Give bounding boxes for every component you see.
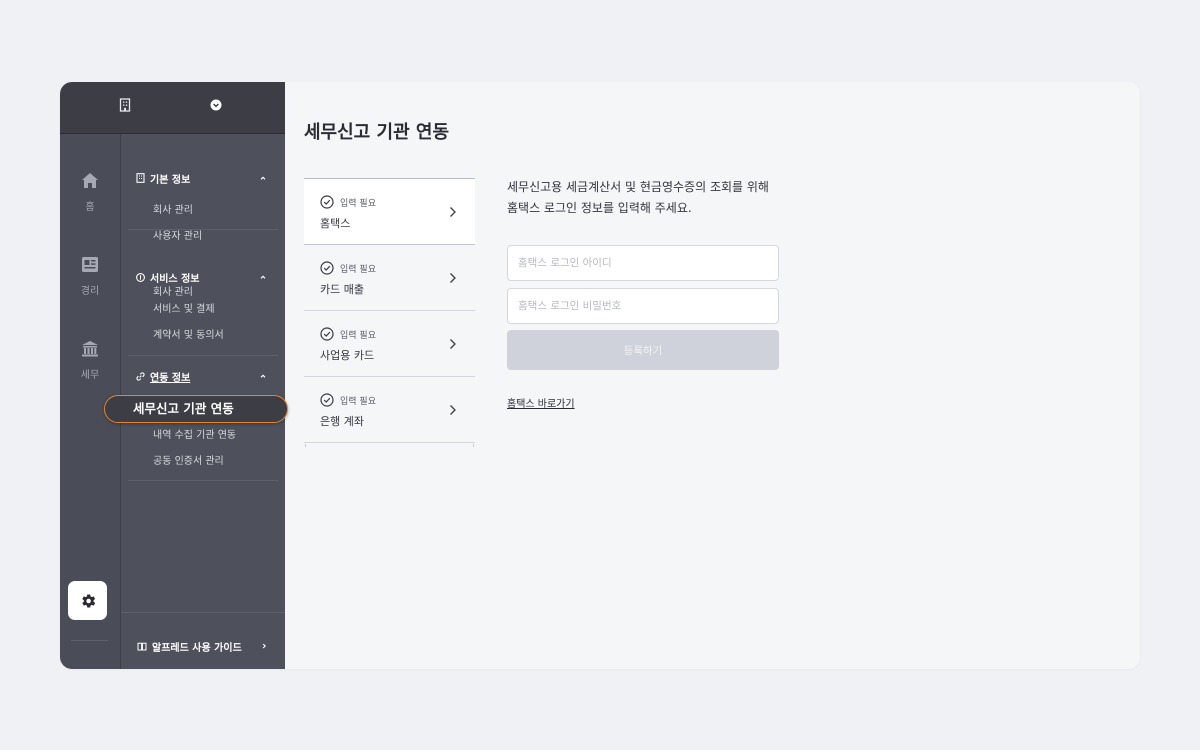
company-selector[interactable] xyxy=(60,82,285,134)
nav-section-integration-info[interactable]: 연동 정보 xyxy=(136,368,190,384)
check-circle-icon xyxy=(320,261,334,275)
nav-section-title: 서비스 정보 xyxy=(150,273,200,285)
description-line: 홈택스 로그인 정보를 입력해 주세요. xyxy=(507,201,692,215)
step-item-hometax[interactable]: 입력 필요 홈택스 xyxy=(304,179,475,245)
register-button[interactable]: 등록하기 xyxy=(507,330,779,370)
step-label: 카드 매출 xyxy=(320,283,364,296)
nav-divider xyxy=(128,355,278,356)
app-window: 홈 경리 세무 기본 정보 회사 관리 서비스 정보 연동 정보 회사 관리 사… xyxy=(60,82,1140,669)
building-icon xyxy=(119,98,131,112)
nav-item-data-collection[interactable]: 내역 수집 기관 연동 xyxy=(153,426,236,441)
nav-section-service-info[interactable]: 서비스 정보 xyxy=(136,269,199,285)
rail-label-accounting: 경리 xyxy=(80,286,100,297)
check-circle-icon xyxy=(320,393,334,407)
chevron-right-icon xyxy=(450,273,456,283)
rail-item-tax[interactable]: 세무 xyxy=(60,340,120,381)
nav-item-company-management[interactable]: 회사 관리 xyxy=(153,201,193,216)
step-status: 입력 필요 xyxy=(340,397,376,407)
chevron-right-icon xyxy=(450,339,456,349)
step-status: 입력 필요 xyxy=(340,265,376,275)
chevron-right-icon xyxy=(450,405,456,415)
settings-button[interactable] xyxy=(68,581,107,620)
check-circle-icon xyxy=(320,195,334,209)
chevron-right-icon xyxy=(450,207,456,217)
book-icon xyxy=(137,642,147,651)
gear-icon xyxy=(81,593,95,608)
chevron-down-circle-icon[interactable] xyxy=(210,99,222,111)
rail-label-home: 홈 xyxy=(85,202,95,213)
nav-item-tax-agency-active[interactable]: 세무신고 기관 연동 xyxy=(104,395,288,423)
rail-label-tax: 세무 xyxy=(80,370,100,381)
nav-item-company[interactable]: 회사 관리 xyxy=(153,283,193,298)
chevron-up-icon[interactable] xyxy=(259,273,267,281)
step-label: 홈택스 xyxy=(320,217,351,230)
nav-item-user-management[interactable]: 사용자 관리 xyxy=(153,227,202,242)
nav-divider xyxy=(121,612,285,613)
step-label: 은행 계좌 xyxy=(320,415,364,428)
bank-icon xyxy=(82,341,98,357)
step-item-bank-account[interactable]: 입력 필요 은행 계좌 xyxy=(304,377,475,443)
nav-section-basic-info[interactable]: 기본 정보 xyxy=(136,170,190,186)
coin-icon xyxy=(136,272,145,282)
nav-divider xyxy=(128,229,278,230)
step-status: 입력 필요 xyxy=(340,331,376,341)
chevron-up-icon[interactable] xyxy=(259,372,267,380)
rail-item-home[interactable]: 홈 xyxy=(60,172,120,213)
link-icon xyxy=(136,371,145,381)
hometax-description: 세무신고용 세금계산서 및 현금영수증의 조회를 위해 홈택스 로그인 정보를 … xyxy=(507,177,807,219)
home-icon xyxy=(82,173,98,188)
step-item-business-card[interactable]: 입력 필요 사업용 카드 xyxy=(304,311,475,377)
description-line: 세무신고용 세금계산서 및 현금영수증의 조회를 위해 xyxy=(507,180,769,194)
hometax-password-input[interactable] xyxy=(507,288,779,324)
rail-item-accounting[interactable]: 경리 xyxy=(60,256,120,297)
step-item-card-sales[interactable]: 입력 필요 카드 매출 xyxy=(304,245,475,311)
guide-label: 알프레드 사용 가이드 xyxy=(152,643,242,654)
step-label: 사업용 카드 xyxy=(320,349,375,362)
check-circle-icon xyxy=(320,327,334,341)
ledger-icon xyxy=(82,257,98,272)
hometax-shortcut-link[interactable]: 홈택스 바로가기 xyxy=(507,395,575,410)
chevron-up-icon[interactable] xyxy=(259,174,267,182)
nav-item-contracts[interactable]: 계약서 및 동의서 xyxy=(153,326,224,341)
guide-link[interactable]: 알프레드 사용 가이드 xyxy=(137,639,242,654)
step-list-end-marks xyxy=(305,444,474,447)
hometax-id-input[interactable] xyxy=(507,245,779,281)
page-title: 세무신고 기관 연동 xyxy=(304,122,450,143)
building-icon xyxy=(136,173,145,183)
nav-item-certificate[interactable]: 공동 인증서 관리 xyxy=(153,452,224,467)
chevron-right-icon[interactable] xyxy=(260,642,268,650)
nav-section-title: 기본 정보 xyxy=(150,174,191,186)
rail-divider xyxy=(71,640,108,641)
nav-divider xyxy=(128,480,278,481)
step-status: 입력 필요 xyxy=(340,199,376,209)
nav-section-title: 연동 정보 xyxy=(150,372,191,384)
nav-item-service-payment[interactable]: 서비스 및 결제 xyxy=(153,300,215,315)
